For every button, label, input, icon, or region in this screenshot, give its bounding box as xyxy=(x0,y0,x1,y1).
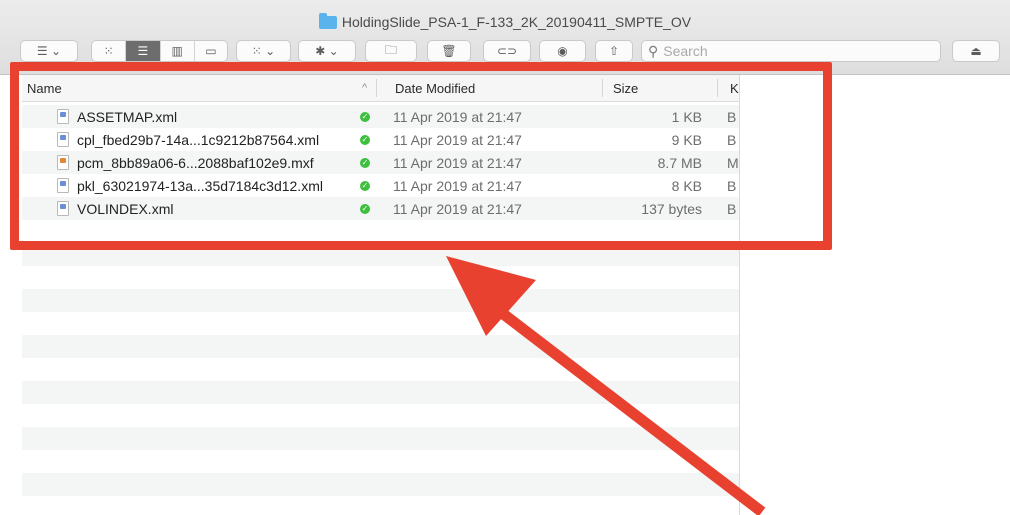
file-kind: B xyxy=(727,178,737,194)
column-header-date-modified[interactable]: Date Modified xyxy=(395,81,475,96)
new-folder-button[interactable]: 🗀 xyxy=(365,40,417,62)
eject-button[interactable]: ⏏ xyxy=(952,40,1000,62)
xml-file-icon xyxy=(57,132,69,147)
file-size: 8 KB xyxy=(671,178,702,194)
row-stripe xyxy=(22,243,739,266)
titlebar: HoldingSlide_PSA-1_F-133_2K_20190411_SMP… xyxy=(0,0,1010,75)
file-name: VOLINDEX.xml xyxy=(77,201,174,217)
file-row[interactable]: pkl_63021974-13a...35d7184c3d12.xml ✓ 11… xyxy=(22,175,739,197)
gear-icon: ✱ ⌄ xyxy=(315,44,339,58)
xml-file-icon xyxy=(57,201,69,216)
trash-button[interactable]: 🗑 xyxy=(427,40,471,62)
file-name: ASSETMAP.xml xyxy=(77,109,178,125)
column-view-button[interactable]: ▥ xyxy=(161,41,195,61)
column-divider xyxy=(602,79,603,97)
file-name: pkl_63021974-13a...35d7184c3d12.xml xyxy=(77,178,323,194)
view-mode-group: ⁙ ☰ ▥ ▭ xyxy=(91,40,228,62)
tags-button[interactable]: ⊂⊃ xyxy=(483,40,531,62)
file-kind: M xyxy=(727,155,739,171)
file-name: pcm_8bb89a06-6...2088baf102e9.mxf xyxy=(77,155,314,171)
mxf-file-icon xyxy=(57,155,69,170)
icon-view-button[interactable]: ⁙ xyxy=(92,41,127,61)
file-kind: B xyxy=(727,132,737,148)
search-field[interactable]: ⚲ xyxy=(641,40,941,62)
columns-icon: ▥ xyxy=(171,44,183,58)
file-kind: B xyxy=(727,109,737,125)
file-row[interactable]: cpl_fbed29b7-14a...1c9212b87564.xml ✓ 11… xyxy=(22,129,739,151)
tag-icon: ⊂⊃ xyxy=(496,44,518,58)
xml-file-icon xyxy=(57,178,69,193)
column-header-size[interactable]: Size xyxy=(613,81,638,96)
file-size: 1 KB xyxy=(671,109,702,125)
group-grid-icon: ⁙ ⌄ xyxy=(251,44,276,58)
list-icon: ☰ xyxy=(137,44,149,58)
gallery-icon: ▭ xyxy=(205,44,217,58)
column-divider xyxy=(717,79,718,97)
column-divider xyxy=(376,79,377,97)
row-stripe xyxy=(22,473,739,496)
file-date: 11 Apr 2019 at 21:47 xyxy=(393,155,522,171)
file-size: 137 bytes xyxy=(641,201,702,217)
magnifier-icon: ⚲ xyxy=(648,42,659,59)
row-stripe xyxy=(22,427,739,450)
file-date: 11 Apr 2019 at 21:47 xyxy=(393,109,522,125)
share-icon: ⇧ xyxy=(608,44,620,58)
quick-look-button[interactable]: ◉ xyxy=(539,40,586,62)
file-date: 11 Apr 2019 at 21:47 xyxy=(393,132,522,148)
column-header-name[interactable]: Name xyxy=(27,81,62,96)
list-view-button[interactable]: ☰ xyxy=(126,41,161,61)
sort-indicator-icon: ^ xyxy=(362,82,368,94)
list-header: Name ^ Date Modified Size K xyxy=(22,75,739,102)
folder-icon xyxy=(318,13,337,29)
file-list: Name ^ Date Modified Size K ASSETMAP.xml… xyxy=(22,75,740,515)
file-size: 8.7 MB xyxy=(657,155,702,171)
row-stripe xyxy=(22,381,739,404)
file-date: 11 Apr 2019 at 21:47 xyxy=(393,178,522,194)
synced-check-icon: ✓ xyxy=(360,158,370,168)
window-title: HoldingSlide_PSA-1_F-133_2K_20190411_SMP… xyxy=(0,13,1010,30)
list-lines-icon: ☰ ⌄ xyxy=(36,44,62,58)
window-title-text: HoldingSlide_PSA-1_F-133_2K_20190411_SMP… xyxy=(341,14,692,30)
eye-icon: ◉ xyxy=(557,44,568,58)
gallery-view-button[interactable]: ▭ xyxy=(195,41,227,61)
trash-icon: 🗑 xyxy=(441,44,457,58)
list-options-button[interactable]: ☰ ⌄ xyxy=(20,40,78,62)
file-name: cpl_fbed29b7-14a...1c9212b87564.xml xyxy=(77,132,320,148)
row-stripe xyxy=(22,335,739,358)
file-row[interactable]: pcm_8bb89a06-6...2088baf102e9.mxf ✓ 11 A… xyxy=(22,152,739,174)
file-row[interactable]: ASSETMAP.xml ✓ 11 Apr 2019 at 21:47 1 KB… xyxy=(22,106,739,128)
file-size: 9 KB xyxy=(671,132,702,148)
eject-icon: ⏏ xyxy=(970,44,982,58)
new-folder-icon: 🗀 xyxy=(384,42,397,57)
share-button[interactable]: ⇧ xyxy=(595,40,633,62)
group-by-button[interactable]: ⁙ ⌄ xyxy=(236,40,291,62)
file-row[interactable]: VOLINDEX.xml ✓ 11 Apr 2019 at 21:47 137 … xyxy=(22,198,739,220)
file-kind: B xyxy=(727,201,737,217)
synced-check-icon: ✓ xyxy=(360,135,370,145)
row-stripe xyxy=(22,289,739,312)
column-header-kind[interactable]: K xyxy=(730,81,739,96)
finder-window: HoldingSlide_PSA-1_F-133_2K_20190411_SMP… xyxy=(0,0,1010,515)
synced-check-icon: ✓ xyxy=(360,112,370,122)
synced-check-icon: ✓ xyxy=(360,181,370,191)
synced-check-icon: ✓ xyxy=(360,204,370,214)
file-date: 11 Apr 2019 at 21:47 xyxy=(393,201,522,217)
icon-grid-icon: ⁙ xyxy=(103,44,114,58)
xml-file-icon xyxy=(57,109,69,124)
action-button[interactable]: ✱ ⌄ xyxy=(298,40,356,62)
search-input[interactable] xyxy=(663,43,914,59)
